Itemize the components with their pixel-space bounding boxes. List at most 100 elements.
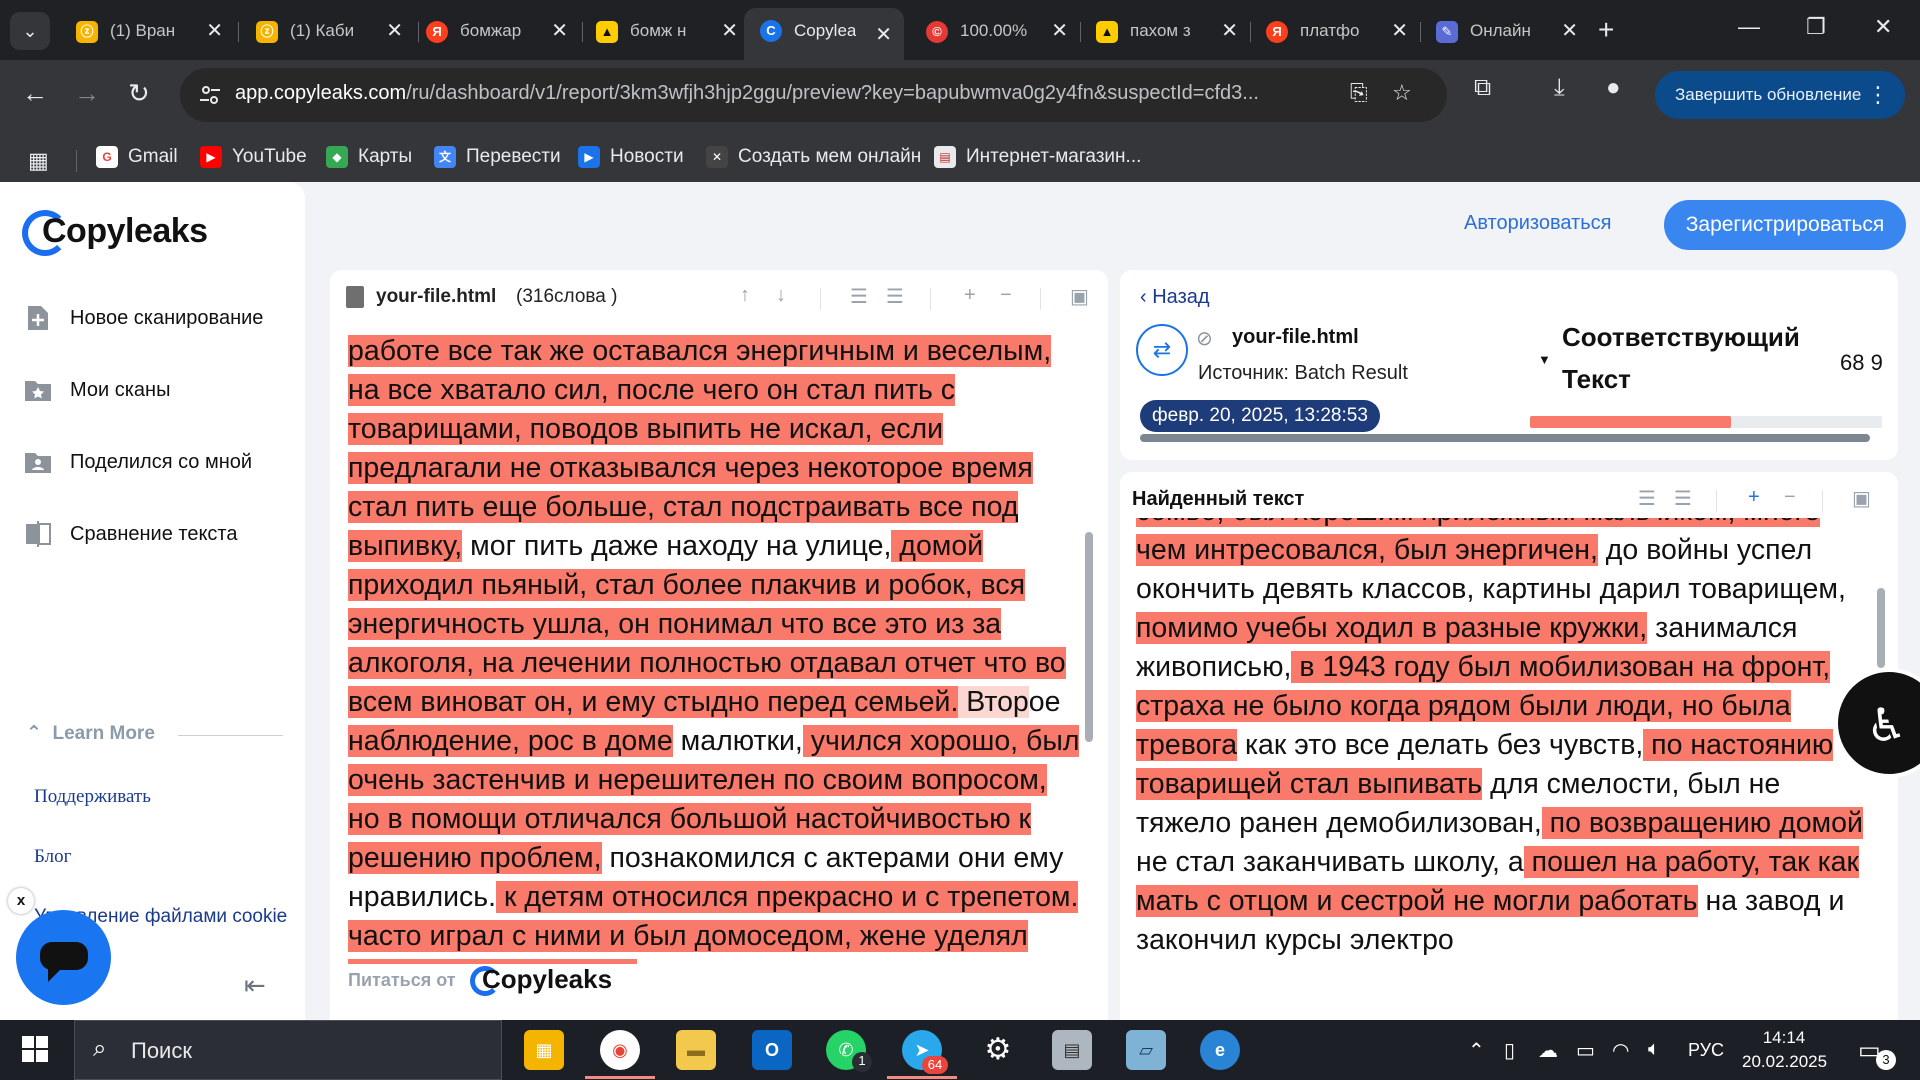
close-icon[interactable]: ✕ xyxy=(875,12,892,58)
image-view-icon[interactable]: ▣ xyxy=(1852,486,1871,511)
minimize-icon[interactable]: — xyxy=(1738,14,1760,40)
scroll-thumb[interactable] xyxy=(1877,588,1885,668)
close-icon[interactable]: ✕ xyxy=(386,12,403,50)
install-app-icon[interactable]: ⎘ xyxy=(1350,80,1368,106)
scroll-thumb[interactable] xyxy=(1085,532,1093,742)
wifi-icon[interactable]: ◠ xyxy=(1612,1038,1629,1063)
bookmark-label: Интернет-магазин... xyxy=(966,146,1142,167)
bookmark-store[interactable]: ▤ Интернет-магазин... xyxy=(934,144,1141,170)
bookmark-news[interactable]: ▶ Новости xyxy=(578,144,684,170)
scanner-icon[interactable]: ▤ xyxy=(1052,1030,1092,1070)
file-explorer-icon[interactable]: ▬ xyxy=(676,1030,716,1070)
settings-gear-icon[interactable]: ⚙ xyxy=(978,1030,1018,1070)
close-icon[interactable]: ✕ xyxy=(1561,12,1578,50)
back-link[interactable]: ‹ Назад xyxy=(1140,286,1210,309)
finish-update-button[interactable]: Завершить обновление ⋮ xyxy=(1655,71,1905,119)
phone-link-icon[interactable]: ▯ xyxy=(1504,1038,1515,1063)
download-icon[interactable]: ⤓ xyxy=(1554,74,1565,102)
more-vert-icon[interactable]: ⋮ xyxy=(1867,71,1889,119)
tab-1[interactable]: ⓩ (1) Вран ✕ xyxy=(60,12,235,50)
align-left-icon[interactable]: ☰ xyxy=(1638,486,1656,511)
zoom-out-icon[interactable]: − xyxy=(1000,284,1012,307)
language-indicator[interactable]: РУС xyxy=(1688,1040,1724,1061)
back-arrow-icon[interactable]: ← xyxy=(22,78,48,109)
match-type-title[interactable]: Соответствующий Текст xyxy=(1562,316,1802,400)
reload-icon[interactable]: ↻ xyxy=(128,78,150,109)
tab-title: (1) Вран xyxy=(110,21,176,40)
tab-9[interactable]: ✎ Онлайн ✕ xyxy=(1420,12,1590,50)
taskbar-search[interactable]: ⌕ Поиск xyxy=(74,1020,502,1080)
sidebar-item-new-scan[interactable]: Новое сканирование xyxy=(24,298,263,338)
chat-button[interactable] xyxy=(16,910,111,1005)
align-left-icon[interactable]: ☰ xyxy=(850,284,868,309)
chevron-up-icon[interactable]: ⌃ xyxy=(1468,1038,1485,1063)
tab-search-button[interactable]: ⌄ xyxy=(10,12,50,50)
notification-center-icon[interactable]: ▭ 3 xyxy=(1858,1036,1896,1070)
close-icon[interactable]: ✕ xyxy=(721,12,738,50)
horizontal-scrollbar[interactable] xyxy=(1140,434,1870,442)
bookmark-star-icon[interactable]: ☆ xyxy=(1392,80,1412,106)
battery-icon[interactable]: ▭ xyxy=(1576,1038,1595,1063)
close-icon[interactable]: ✕ xyxy=(206,12,223,50)
close-icon[interactable]: ✕ xyxy=(1391,12,1408,50)
tab-active-copyleaks[interactable]: C Copylea ✕ xyxy=(744,8,904,60)
chat-close-icon[interactable]: x xyxy=(8,888,34,914)
outlook-icon[interactable]: O xyxy=(752,1030,792,1070)
collapse-sidebar-icon[interactable]: ⇤ xyxy=(244,970,266,1001)
eye-off-icon[interactable]: ⊘ xyxy=(1196,326,1213,351)
restore-icon[interactable]: ❐ xyxy=(1806,14,1826,40)
register-button[interactable]: Зарегистрироваться xyxy=(1664,200,1906,250)
bookmark-youtube[interactable]: ▶ YouTube xyxy=(200,144,307,170)
arrow-down-icon[interactable]: ↓ xyxy=(776,284,786,307)
support-link[interactable]: Поддерживать xyxy=(34,786,151,808)
powered-by-logo[interactable]: Copyleaks xyxy=(470,964,612,997)
tab-3[interactable]: Я бомжар ✕ xyxy=(410,12,580,50)
tab-7[interactable]: ▲ пахом з ✕ xyxy=(1080,12,1250,50)
tab-8[interactable]: Я платфо ✕ xyxy=(1250,12,1420,50)
close-icon[interactable]: ✕ xyxy=(1221,12,1238,50)
forward-arrow-icon[interactable]: → xyxy=(74,78,100,109)
zoom-in-icon[interactable]: + xyxy=(964,284,976,307)
sidebar-item-compare[interactable]: Сравнение текста xyxy=(24,514,237,554)
bookmark-meme[interactable]: ✕ Создать мем онлайн xyxy=(706,144,921,170)
document-scrollbar[interactable] xyxy=(1084,332,1094,962)
bookmark-translate[interactable]: 文 Перевести xyxy=(434,144,561,170)
edge-icon[interactable]: e xyxy=(1200,1030,1240,1070)
sidebar-item-my-scans[interactable]: Мои сканы xyxy=(24,370,170,410)
compare-arrows-icon[interactable]: ⇄ xyxy=(1136,324,1188,376)
zoom-in-icon[interactable]: + xyxy=(1748,486,1760,509)
caret-down-icon[interactable]: ▼ xyxy=(1538,352,1551,367)
bookmark-maps[interactable]: ◆ Карты xyxy=(326,144,412,170)
tab-6[interactable]: © 100.00% ✕ xyxy=(910,12,1080,50)
bookmark-gmail[interactable]: G Gmail xyxy=(96,144,178,170)
tab-2[interactable]: ⓩ (1) Каби ✕ xyxy=(240,12,415,50)
store-icon[interactable]: ▦ xyxy=(524,1030,564,1070)
profile-icon[interactable]: ● xyxy=(1606,74,1621,102)
image-view-icon[interactable]: ▣ xyxy=(1070,284,1089,309)
zoom-out-icon[interactable]: − xyxy=(1784,486,1796,509)
notepad-icon[interactable]: ▱ xyxy=(1126,1030,1166,1070)
learn-more-toggle[interactable]: ⌃ Learn More xyxy=(26,722,155,745)
align-right-icon[interactable]: ☰ xyxy=(1674,486,1692,511)
sidebar-item-shared[interactable]: Поделился со мной xyxy=(24,442,252,482)
login-link[interactable]: Авторизоваться xyxy=(1464,212,1611,235)
extensions-icon[interactable]: ⧉ xyxy=(1474,74,1491,102)
search-placeholder: Поиск xyxy=(131,1038,192,1063)
site-settings-icon[interactable] xyxy=(198,83,222,107)
align-right-icon[interactable]: ☰ xyxy=(886,284,904,309)
tab-4[interactable]: ▲ бомж н ✕ xyxy=(580,12,750,50)
close-icon[interactable]: ✕ xyxy=(1051,12,1068,50)
new-tab-plus-icon[interactable]: + xyxy=(1598,12,1614,48)
window-close-icon[interactable]: ✕ xyxy=(1874,14,1892,40)
cloud-icon[interactable]: ☁ xyxy=(1538,1038,1558,1063)
windows-start-icon[interactable] xyxy=(22,1036,48,1062)
address-bar[interactable]: app.copyleaks.com/ru/dashboard/v1/report… xyxy=(180,68,1447,122)
apps-grid-icon[interactable]: ▦ xyxy=(28,148,49,174)
arrow-up-icon[interactable]: ↑ xyxy=(740,284,750,307)
close-icon[interactable]: ✕ xyxy=(551,12,568,50)
blog-link[interactable]: Блог xyxy=(34,846,71,868)
match-source: Источник: Batch Result xyxy=(1198,362,1408,384)
chrome-icon[interactable]: ◉ xyxy=(600,1030,640,1070)
volume-icon[interactable]: 🔈︎ xyxy=(1648,1038,1660,1061)
clock[interactable]: 14:14 20.02.2025 xyxy=(1742,1026,1827,1074)
